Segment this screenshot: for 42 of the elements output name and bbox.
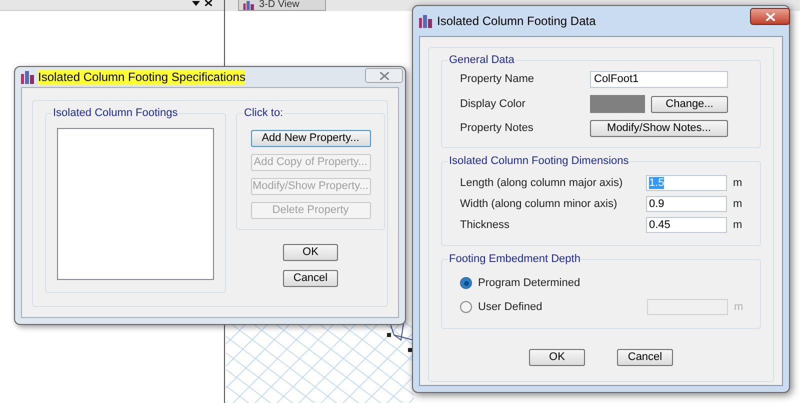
close-icon <box>380 72 388 80</box>
dimension-field[interactable]: 0.45 <box>646 217 727 233</box>
close-icon <box>766 12 774 20</box>
unit-label: m <box>733 176 742 191</box>
app-icon <box>243 0 255 10</box>
group-title: Isolated Column Footings <box>52 106 179 120</box>
field-label: Width (along column minor axis) <box>460 196 618 212</box>
radio-label: Program Determined <box>478 276 580 291</box>
app-icon <box>419 14 433 28</box>
field-label: Length (along column major axis) <box>460 176 624 191</box>
dialog-button[interactable]: OK <box>529 349 585 366</box>
group-title: Footing Embedment Depth <box>448 252 582 266</box>
unit-label: m <box>733 196 742 212</box>
close-button[interactable] <box>750 8 790 25</box>
field-value: 0.9 <box>649 198 664 210</box>
field-value: 0.45 <box>649 219 670 231</box>
dialog-button[interactable]: Change... <box>651 96 728 112</box>
dropdown-icon[interactable] <box>192 1 200 6</box>
dialog-button[interactable]: Cancel <box>617 349 673 366</box>
close-icon[interactable] <box>205 0 212 6</box>
field-value: 1.5 <box>649 177 664 189</box>
dialog-button[interactable]: Add New Property... <box>250 130 370 147</box>
app-icon <box>21 70 35 84</box>
dialog-button[interactable]: Modify/Show Notes... <box>590 120 728 137</box>
field-label: Property Name <box>460 72 535 88</box>
dialog-title: Isolated Column Footing Data <box>437 14 596 28</box>
unit-label: m <box>734 300 744 315</box>
field-label: Property Notes <box>460 121 534 136</box>
field-label: Thickness <box>460 218 511 233</box>
radio-label: User Defined <box>478 300 542 315</box>
list-box[interactable] <box>57 128 214 280</box>
unit-label: m <box>733 218 742 233</box>
dialog-button[interactable]: Cancel <box>283 270 338 287</box>
dialog-button[interactable]: OK <box>283 244 338 261</box>
view-tab[interactable]: 3-D View <box>238 0 326 11</box>
radio-button[interactable] <box>460 277 472 289</box>
field-label: Display Color <box>460 96 526 112</box>
group-title: Isolated Column Footing Dimensions <box>448 154 630 168</box>
dimension-field[interactable]: 0.9 <box>646 196 727 212</box>
property-name-field[interactable]: ColFoot1 <box>590 71 728 88</box>
radio-button[interactable] <box>460 301 472 313</box>
dialog-title: Isolated Column Footing Specifications <box>38 70 246 84</box>
